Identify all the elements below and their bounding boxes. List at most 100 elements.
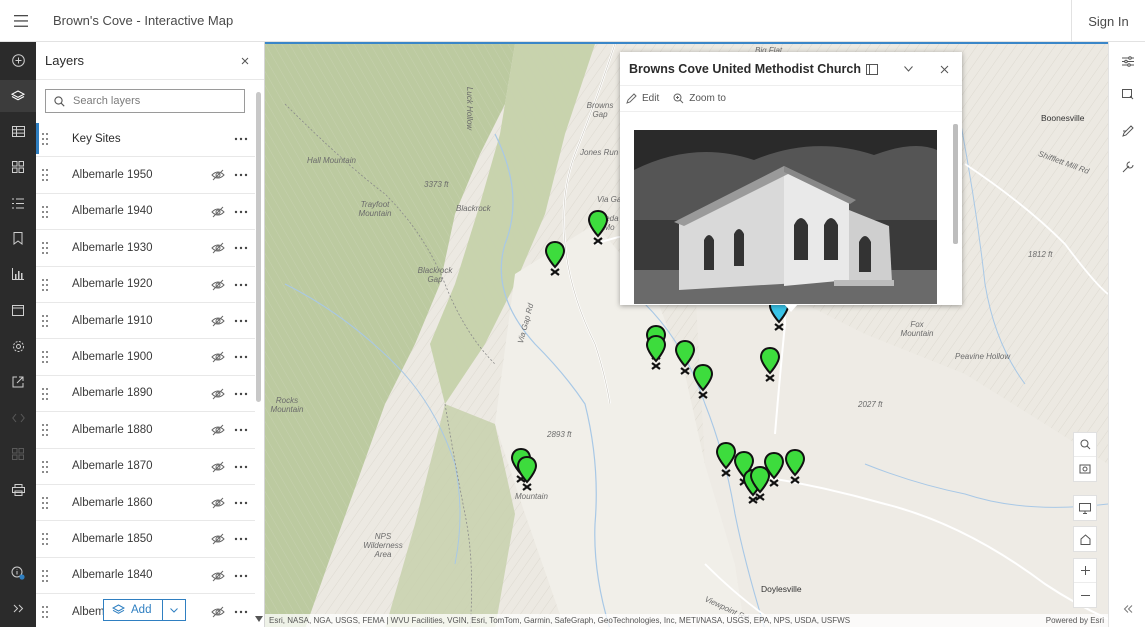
site-marker[interactable] bbox=[784, 448, 806, 485]
more-options-icon[interactable] bbox=[233, 387, 249, 401]
site-marker[interactable] bbox=[587, 209, 609, 246]
zoom-out-button[interactable] bbox=[1074, 583, 1096, 607]
visibility-off-icon[interactable] bbox=[211, 350, 225, 364]
sign-in-button[interactable]: Sign In bbox=[1071, 0, 1145, 42]
more-options-icon[interactable] bbox=[233, 314, 249, 328]
powered-by-esri[interactable]: Powered by Esri bbox=[1046, 614, 1104, 627]
visibility-off-icon[interactable] bbox=[211, 532, 225, 546]
more-options-icon[interactable] bbox=[233, 460, 249, 474]
site-marker[interactable] bbox=[544, 240, 566, 277]
drag-handle-icon[interactable] bbox=[40, 205, 50, 219]
layer-row[interactable]: Albemarle 1900 bbox=[36, 339, 255, 376]
layers-button[interactable] bbox=[0, 80, 36, 112]
legend-button[interactable] bbox=[0, 187, 36, 219]
add-data-button[interactable] bbox=[0, 44, 36, 76]
drag-handle-icon[interactable] bbox=[40, 132, 50, 146]
visibility-off-icon[interactable] bbox=[211, 168, 225, 182]
locate-button[interactable] bbox=[1074, 457, 1096, 481]
drag-handle-icon[interactable] bbox=[40, 532, 50, 546]
visibility-off-icon[interactable] bbox=[211, 205, 225, 219]
more-options-icon[interactable] bbox=[233, 205, 249, 219]
layer-row[interactable]: Albemarle 1910 bbox=[36, 303, 255, 340]
search-layers-input[interactable] bbox=[73, 95, 233, 107]
properties-button[interactable] bbox=[0, 294, 36, 326]
widgets-button[interactable] bbox=[0, 438, 36, 470]
more-options-icon[interactable] bbox=[233, 532, 249, 546]
layer-row[interactable]: Albemarle 1920 bbox=[36, 267, 255, 303]
share-button[interactable] bbox=[0, 366, 36, 398]
collapse-right-button[interactable] bbox=[1109, 592, 1145, 626]
settings-button[interactable] bbox=[0, 330, 36, 362]
more-options-icon[interactable] bbox=[233, 132, 249, 146]
visibility-off-icon[interactable] bbox=[211, 314, 225, 328]
tools-button[interactable] bbox=[1109, 150, 1145, 184]
print-button[interactable] bbox=[0, 474, 36, 506]
hamburger-menu-button[interactable] bbox=[0, 0, 42, 42]
embed-button[interactable] bbox=[0, 402, 36, 434]
layer-row[interactable]: Albemarle 1850 bbox=[36, 521, 255, 558]
site-marker[interactable] bbox=[759, 346, 781, 383]
more-options-icon[interactable] bbox=[233, 168, 249, 182]
drag-handle-icon[interactable] bbox=[40, 314, 50, 328]
filter-settings-button[interactable] bbox=[1109, 44, 1145, 78]
visibility-off-icon[interactable] bbox=[211, 423, 225, 437]
home-button[interactable] bbox=[1074, 527, 1096, 551]
layer-row[interactable]: Albemarle 1890 bbox=[36, 376, 255, 413]
more-options-icon[interactable] bbox=[233, 569, 249, 583]
basemap-button[interactable] bbox=[0, 151, 36, 183]
layer-row[interactable]: Albemarle 1880 bbox=[36, 412, 255, 449]
site-marker[interactable] bbox=[763, 451, 785, 488]
drag-handle-icon[interactable] bbox=[40, 460, 50, 474]
sketch-button[interactable] bbox=[1109, 114, 1145, 148]
bookmarks-button[interactable] bbox=[0, 222, 36, 254]
analysis-button[interactable] bbox=[1109, 78, 1145, 112]
popup-scrollbar[interactable] bbox=[953, 124, 958, 244]
more-options-icon[interactable] bbox=[233, 278, 249, 292]
charts-button[interactable] bbox=[0, 258, 36, 290]
drag-handle-icon[interactable] bbox=[40, 569, 50, 583]
more-options-icon[interactable] bbox=[233, 241, 249, 255]
more-options-icon[interactable] bbox=[233, 423, 249, 437]
visibility-off-icon[interactable] bbox=[211, 605, 225, 619]
visibility-off-icon[interactable] bbox=[211, 569, 225, 583]
add-layer-button[interactable]: Add bbox=[103, 599, 186, 621]
visibility-off-icon[interactable] bbox=[211, 460, 225, 474]
map-search-button[interactable] bbox=[1074, 433, 1096, 457]
site-marker[interactable] bbox=[516, 455, 538, 492]
layer-row[interactable]: Albemarle 1840 bbox=[36, 558, 255, 595]
layer-row[interactable]: Albemarle 1930 bbox=[36, 230, 255, 267]
site-marker[interactable] bbox=[645, 334, 667, 371]
drag-handle-icon[interactable] bbox=[40, 387, 50, 401]
dock-button[interactable] bbox=[854, 52, 890, 86]
panel-scrollbar[interactable] bbox=[256, 92, 261, 402]
layer-row[interactable]: Albemarle 1950 bbox=[36, 157, 255, 194]
scroll-down-icon[interactable] bbox=[255, 616, 263, 622]
visibility-off-icon[interactable] bbox=[211, 496, 225, 510]
visibility-off-icon[interactable] bbox=[211, 278, 225, 292]
visibility-off-icon[interactable] bbox=[211, 241, 225, 255]
site-marker[interactable] bbox=[692, 363, 714, 400]
zoom-in-button[interactable] bbox=[1074, 559, 1096, 583]
add-dropdown-toggle[interactable] bbox=[163, 600, 185, 620]
drag-handle-icon[interactable] bbox=[40, 605, 50, 619]
edit-action[interactable]: Edit bbox=[626, 93, 659, 104]
visibility-off-icon[interactable] bbox=[211, 387, 225, 401]
more-options-icon[interactable] bbox=[233, 496, 249, 510]
drag-handle-icon[interactable] bbox=[40, 350, 50, 364]
drag-handle-icon[interactable] bbox=[40, 423, 50, 437]
drag-handle-icon[interactable] bbox=[40, 241, 50, 255]
drag-handle-icon[interactable] bbox=[40, 168, 50, 182]
table-button[interactable] bbox=[0, 115, 36, 147]
close-icon[interactable] bbox=[238, 54, 252, 68]
layer-row[interactable]: Albemarle 1940 bbox=[36, 194, 255, 231]
drag-handle-icon[interactable] bbox=[40, 496, 50, 510]
info-button[interactable] bbox=[0, 557, 36, 589]
layer-row[interactable]: Key Sites bbox=[36, 121, 255, 158]
add-button-main[interactable]: Add bbox=[104, 600, 163, 620]
collapse-popup-button[interactable] bbox=[890, 52, 926, 86]
layer-row[interactable]: Albemarle 1870 bbox=[36, 449, 255, 485]
fullscreen-button[interactable] bbox=[1074, 496, 1096, 520]
drag-handle-icon[interactable] bbox=[40, 278, 50, 292]
close-popup-button[interactable] bbox=[926, 52, 962, 86]
layer-row[interactable]: Albemarle 1860 bbox=[36, 485, 255, 522]
